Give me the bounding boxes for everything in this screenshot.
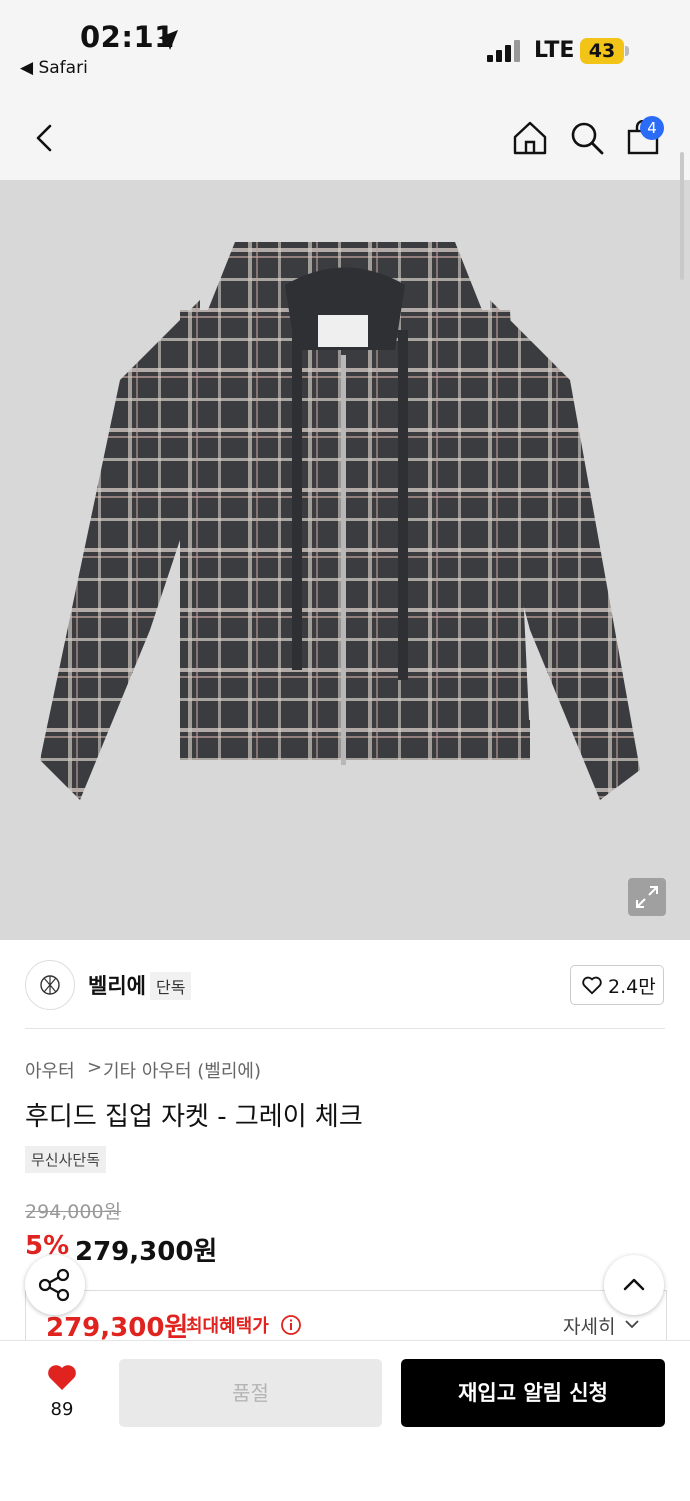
brand-logo[interactable]: [25, 960, 75, 1010]
brand-emblem-icon: [40, 975, 60, 995]
max-benefit-label: 최대혜택가: [186, 1316, 269, 1337]
brand-like-button[interactable]: 2.4만: [570, 965, 664, 1005]
back-chevron-icon[interactable]: [32, 122, 58, 154]
jacket-image: [0, 180, 690, 940]
divider: [25, 1028, 665, 1029]
battery-indicator: 43: [580, 38, 624, 64]
scroll-to-top-button[interactable]: [604, 1255, 664, 1315]
cellular-signal-icon: [487, 40, 520, 62]
chevron-down-icon[interactable]: [624, 1318, 640, 1330]
benefit-detail-link[interactable]: 자세히: [563, 1312, 615, 1339]
network-type: LTE: [534, 38, 575, 63]
location-arrow-icon: [158, 30, 178, 50]
restock-alert-button[interactable]: 재입고 알림 신청: [401, 1359, 665, 1427]
back-to-safari-link[interactable]: ◀ Safari: [20, 58, 88, 78]
home-icon[interactable]: [512, 120, 548, 156]
breadcrumb-other-outer[interactable]: 기타 아우터 (벨리에): [103, 1057, 261, 1083]
share-button[interactable]: [25, 1255, 85, 1315]
info-icon[interactable]: [280, 1314, 302, 1336]
original-price: 294,000원: [25, 1201, 122, 1223]
brand-name[interactable]: 벨리에: [88, 970, 146, 1000]
brand-like-count: 2.4만: [608, 976, 656, 998]
chevron-up-icon: [623, 1278, 645, 1291]
breadcrumb-outer[interactable]: 아우터: [25, 1057, 75, 1083]
share-icon: [38, 1268, 70, 1302]
battery-tip: [625, 46, 629, 56]
favorite-count: 89: [50, 1399, 74, 1420]
heart-outline-icon: [582, 976, 602, 995]
expand-icon: [636, 886, 658, 908]
page-scrollbar[interactable]: [680, 152, 684, 280]
heart-filled-icon[interactable]: [46, 1362, 78, 1392]
musinsa-exclusive-tag: 무신사단독: [25, 1146, 107, 1173]
sale-price: 279,300원: [75, 1237, 218, 1267]
product-image[interactable]: [0, 180, 690, 940]
exclusive-badge: 단독: [150, 972, 192, 1000]
search-icon[interactable]: [569, 120, 605, 156]
cart-count-badge: 4: [640, 116, 664, 140]
expand-image-button[interactable]: [628, 878, 666, 916]
breadcrumb-separator: >: [87, 1057, 103, 1078]
soldout-button[interactable]: 품절: [119, 1359, 382, 1427]
product-title: 후디드 집업 자켓 - 그레이 체크: [25, 1102, 363, 1132]
